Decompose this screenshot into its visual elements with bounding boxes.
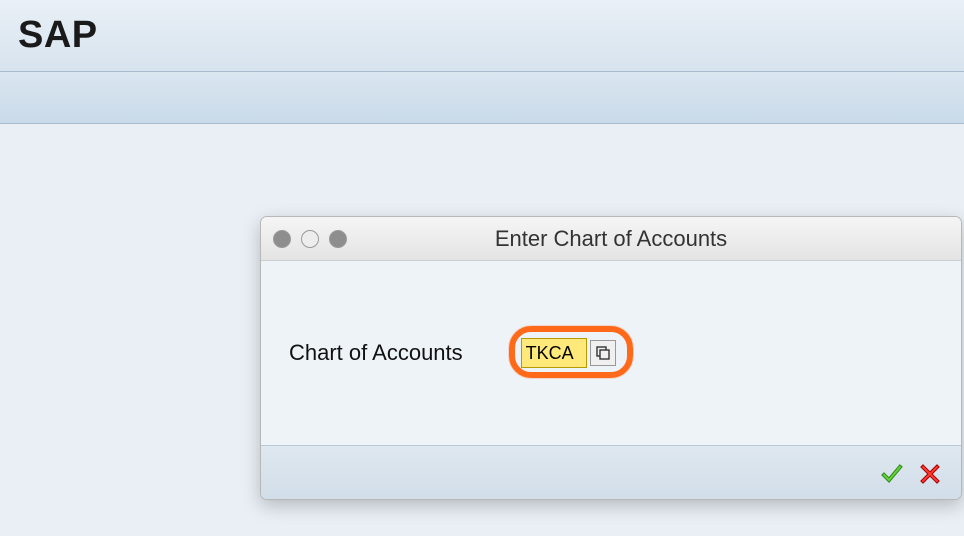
app-toolbar <box>0 72 964 124</box>
dialog-title: Enter Chart of Accounts <box>261 226 961 252</box>
dialog-titlebar[interactable]: Enter Chart of Accounts <box>261 217 961 261</box>
value-help-icon <box>595 345 611 361</box>
x-icon <box>920 464 940 484</box>
content-area: Enter Chart of Accounts Chart of Account… <box>0 124 964 536</box>
confirm-button[interactable] <box>879 461 905 487</box>
check-icon <box>881 463 903 485</box>
chart-of-accounts-label: Chart of Accounts <box>289 340 463 366</box>
dialog-footer <box>261 445 961 500</box>
dialog-enter-chart-of-accounts: Enter Chart of Accounts Chart of Account… <box>260 216 962 500</box>
maximize-icon[interactable] <box>329 230 347 248</box>
close-icon[interactable] <box>273 230 291 248</box>
minimize-icon[interactable] <box>301 230 319 248</box>
cancel-button[interactable] <box>917 461 943 487</box>
chart-of-accounts-input[interactable] <box>521 338 587 368</box>
dialog-body: Chart of Accounts <box>261 261 961 445</box>
app-title: SAP <box>18 14 98 57</box>
app-header: SAP <box>0 0 964 72</box>
chart-of-accounts-field-wrap <box>521 338 616 368</box>
value-help-button[interactable] <box>590 340 616 366</box>
window-controls <box>273 230 347 248</box>
